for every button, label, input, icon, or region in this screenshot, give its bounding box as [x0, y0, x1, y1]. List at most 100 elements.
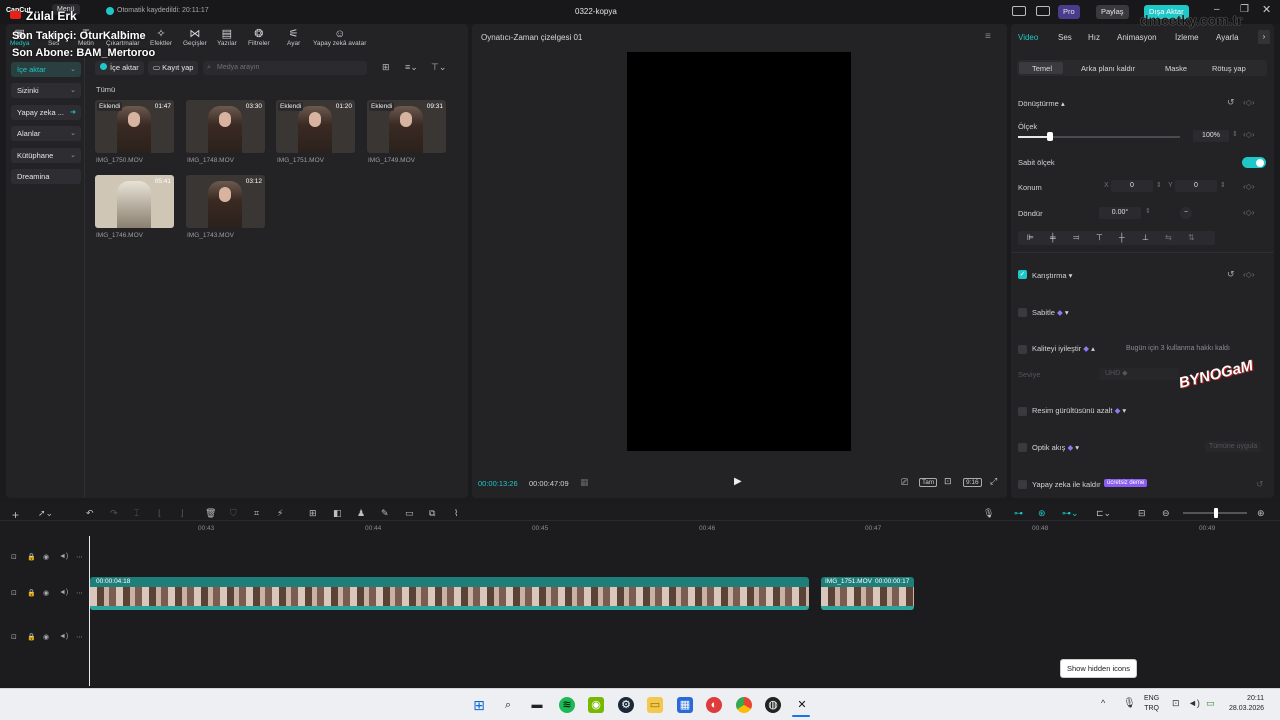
more-icon[interactable]: ⋯ [76, 589, 83, 597]
sort-icon[interactable]: ≡⌄ [405, 62, 418, 73]
track-cover-icon[interactable]: ⊡ [11, 553, 17, 561]
eye-icon[interactable]: ◉ [43, 553, 49, 561]
volume-icon[interactable]: ◄) [1188, 698, 1200, 708]
search-icon[interactable]: ⌕ [500, 697, 516, 713]
sidebar-item-ai[interactable]: Yapay zeka ... ➜ [11, 105, 81, 120]
optical-flow-checkbox[interactable] [1018, 443, 1027, 452]
obs-icon[interactable]: ◍ [765, 697, 781, 713]
tab-speed[interactable]: Hız [1088, 33, 1100, 42]
folder-icon[interactable]: ▭ [647, 697, 663, 713]
sidebar-item-dreamina[interactable]: Dreamina [11, 169, 81, 184]
crop-icon[interactable]: ⌗ [254, 508, 259, 519]
align-left-icon[interactable]: ⊫ [1027, 233, 1034, 242]
position-y-input[interactable]: 0 [1175, 180, 1217, 192]
subtab-retouch[interactable]: Rötuş yap [1212, 64, 1246, 73]
full-quality-button[interactable]: Tam [919, 478, 938, 487]
play-icon[interactable]: ▶ [734, 476, 742, 487]
close-icon[interactable]: ✕ [1262, 3, 1271, 16]
eye-icon[interactable]: ◉ [43, 633, 49, 641]
blend-label[interactable]: Karıştırma ▾ [1032, 271, 1072, 280]
optical-flow-label[interactable]: Optik akış ◆ ▾ [1032, 443, 1079, 452]
capcut-taskbar-icon[interactable]: ✕ [794, 697, 810, 713]
tab-animation[interactable]: Animasyon [1117, 33, 1157, 42]
media-thumb[interactable]: Eklendi 09:31 [367, 100, 446, 153]
subtab-remove-bg[interactable]: Arka planı kaldır [1081, 64, 1135, 73]
stepper-icon[interactable]: ⇕ [1156, 181, 1162, 189]
undo-icon[interactable]: ↶ [86, 508, 94, 519]
playhead[interactable] [89, 536, 90, 686]
keyframe-icon[interactable]: ‹◇› [1243, 98, 1254, 107]
nav-ai-avatar[interactable]: ☺ Yapay zekâ avatar [313, 28, 366, 47]
fullscreen-icon[interactable]: ⤢ [990, 476, 997, 487]
scale-slider-handle[interactable] [1047, 132, 1054, 141]
enhance-checkbox[interactable] [1018, 345, 1027, 354]
player-menu-icon[interactable]: ≡ [985, 31, 991, 42]
linkage-icon[interactable]: ⊶⌄ [1062, 508, 1079, 519]
stabilize-label[interactable]: Sabitle ◆ ▾ [1032, 308, 1069, 317]
audio-wave-icon[interactable]: ⌇ [454, 508, 458, 519]
sidebar-item-import[interactable]: İçe aktar ⌄ [11, 62, 81, 77]
flip-v-icon[interactable]: ⇅ [1188, 233, 1195, 242]
nav-transitions[interactable]: ⋈ Geçişler [183, 28, 207, 47]
redo-icon[interactable]: ↷ [110, 508, 118, 519]
track-cover-icon[interactable]: ⊡ [11, 589, 17, 597]
filter-icon[interactable]: ⊤⌄ [431, 62, 446, 73]
keyframe-icon[interactable]: ‹◇› [1243, 182, 1254, 191]
spotify-icon[interactable]: ≋ [559, 697, 575, 713]
eye-icon[interactable]: ◉ [43, 589, 49, 597]
lock-icon[interactable]: 🔒 [27, 589, 36, 597]
subtab-mask[interactable]: Maske [1165, 64, 1187, 73]
nav-effects[interactable]: ✧ Efektler [150, 28, 172, 47]
denoise-checkbox[interactable] [1018, 407, 1027, 416]
align-center-v-icon[interactable]: ┼ [1119, 233, 1125, 242]
zoom-out-icon[interactable]: ⊖ [1162, 508, 1170, 519]
track-cover-icon[interactable]: ⊡ [11, 633, 17, 641]
record-button[interactable]: ▭ Kayıt yap [148, 61, 199, 75]
lock-icon[interactable]: 🔒 [27, 553, 36, 561]
pro-button[interactable]: Pro [1058, 5, 1080, 19]
denoise-label[interactable]: Resim gürültüsünü azalt ◆ ▾ [1032, 406, 1126, 415]
align-top-icon[interactable]: ⊤ [1096, 233, 1103, 242]
reset-icon[interactable]: ↺ [1227, 269, 1235, 280]
steam-icon[interactable]: ⚙ [618, 697, 634, 713]
tabs-more-icon[interactable]: › [1258, 30, 1270, 44]
split-icon[interactable]: ⌶ [134, 508, 139, 519]
align-bottom-icon[interactable]: ⊥ [1142, 233, 1149, 242]
import-button[interactable]: İçe aktar [95, 61, 144, 75]
media-thumb[interactable]: 05:41 [95, 175, 174, 228]
tab-video[interactable]: Video [1018, 33, 1038, 42]
stepper-icon[interactable]: ⇕ [1232, 130, 1238, 138]
grid-view-icon[interactable]: ⊞ [382, 62, 390, 73]
caption-icon[interactable]: ▭ [405, 508, 414, 519]
speed-icon[interactable]: ⚡ [277, 508, 283, 519]
pip-icon[interactable]: ⧉ [429, 508, 435, 519]
align-right-icon[interactable]: ⫤ [1073, 233, 1079, 243]
split-right-icon[interactable]: ⌋ [180, 508, 184, 519]
video-clip[interactable]: IMG_1751.MOV 00:00:00:17 [821, 577, 914, 610]
magic-icon[interactable]: ✎ [381, 508, 389, 519]
align-center-h-icon[interactable]: ╪ [1050, 233, 1056, 242]
rotate-dial-icon[interactable]: − [1180, 207, 1192, 219]
crop-canvas-icon[interactable]: ⎚ [901, 477, 908, 488]
media-thumb[interactable]: 03:30 [186, 100, 265, 153]
mic-icon[interactable]: 🎙 [983, 508, 994, 519]
clock[interactable]: 20:11 28.03.2026 [1229, 694, 1264, 714]
hidden-icons-chevron-icon[interactable]: ^ [1101, 698, 1105, 708]
media-thumb[interactable]: Eklendi 01:47 [95, 100, 174, 153]
split-left-icon[interactable]: ⌊ [158, 508, 162, 519]
nvidia-icon[interactable]: ◉ [588, 697, 604, 713]
reset-icon[interactable]: ↺ [1256, 479, 1264, 490]
position-x-input[interactable]: 0 [1111, 180, 1153, 192]
speaker-icon[interactable]: ◄) [59, 589, 68, 596]
chrome-icon[interactable] [736, 697, 752, 713]
ai-remove-label[interactable]: Yapay zeka ile kaldır [1032, 480, 1101, 489]
network-icon[interactable]: ⊡ [1172, 698, 1180, 709]
ai-remove-checkbox[interactable] [1018, 480, 1027, 489]
uniform-scale-toggle[interactable] [1242, 157, 1266, 168]
mirror-icon[interactable]: ◧ [333, 508, 342, 519]
stepper-icon[interactable]: ⇕ [1220, 181, 1226, 189]
speaker-icon[interactable]: ◄) [59, 633, 68, 640]
sidebar-item-yours[interactable]: Sizinki ⌄ [11, 83, 81, 98]
reset-icon[interactable]: ↺ [1227, 97, 1235, 108]
zoom-slider[interactable] [1183, 508, 1247, 518]
